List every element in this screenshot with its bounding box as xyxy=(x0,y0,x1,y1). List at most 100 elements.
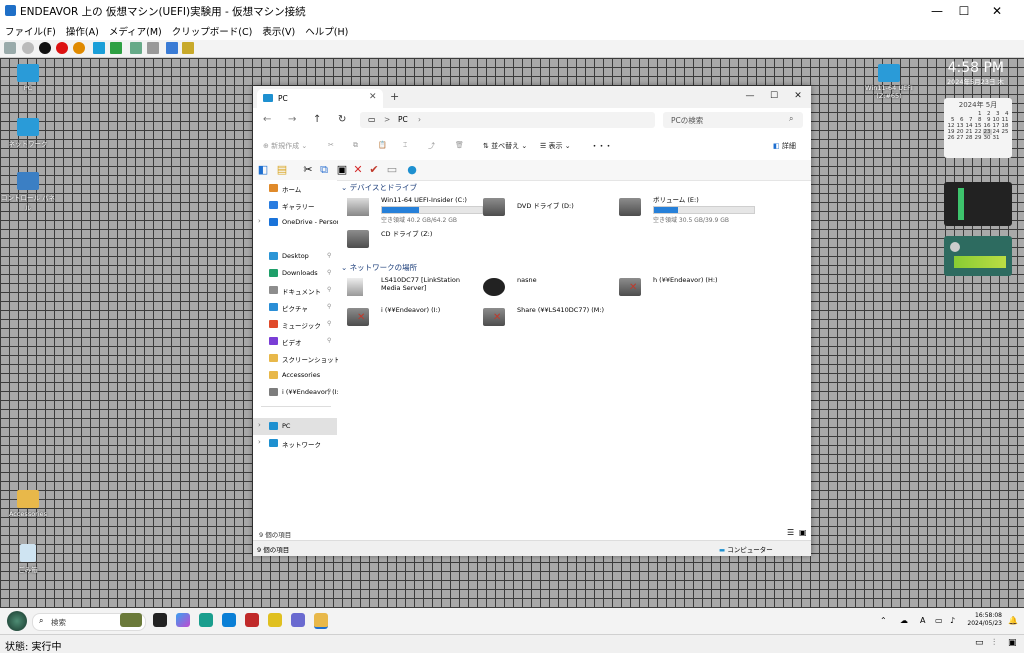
menu-file[interactable]: ファイル(F) xyxy=(0,24,61,38)
app-icon[interactable] xyxy=(291,613,305,627)
properties-icon[interactable]: ▤ xyxy=(275,163,289,177)
revert-icon[interactable] xyxy=(147,42,159,54)
forward-icon[interactable]: → xyxy=(288,114,296,125)
network-item[interactable]: ✕ h (¥¥Endeavor) (H:) xyxy=(619,274,749,304)
paint-icon[interactable] xyxy=(268,613,282,627)
nav-item[interactable]: i (¥¥Endeavor) (I:) ⚲ xyxy=(253,384,338,401)
pause-icon[interactable] xyxy=(93,42,105,54)
nav-item[interactable]: ギャラリー xyxy=(253,197,337,214)
paste-icon[interactable]: ▣ xyxy=(335,163,349,177)
nav-item[interactable]: Downloads ⚲ xyxy=(253,265,337,282)
close-button[interactable]: ✕ xyxy=(980,0,1014,22)
start-button[interactable] xyxy=(7,611,27,631)
pin-icon[interactable]: ⚲ xyxy=(327,320,331,327)
section-network[interactable]: ⌄ ネットワークの場所 xyxy=(341,262,417,273)
chevron-right-icon[interactable]: › xyxy=(258,438,261,446)
drive-item[interactable]: CD ドライブ (Z:) xyxy=(347,226,477,256)
tab-pc[interactable]: PC ✕ xyxy=(257,89,383,108)
edge-icon[interactable] xyxy=(199,613,213,627)
section-devices[interactable]: ⌄ デバイスとドライブ xyxy=(341,182,417,193)
rename-icon[interactable]: ⌶ xyxy=(403,141,407,150)
pin-icon[interactable]: ⚲ xyxy=(327,269,331,276)
app-icon[interactable] xyxy=(245,613,259,627)
rename-icon[interactable]: ▭ xyxy=(385,163,399,177)
chevron-right-icon[interactable]: › xyxy=(258,421,261,429)
desktop-icon-pc[interactable]: PC xyxy=(0,64,56,92)
copy-icon[interactable]: ⧉ xyxy=(317,163,331,177)
checkpoint-icon[interactable] xyxy=(130,42,142,54)
nav-item[interactable]: ミュージック ⚲ xyxy=(253,316,337,333)
share-icon[interactable]: ⤴ xyxy=(428,141,435,151)
address-bar[interactable]: ▭ > PC › xyxy=(360,112,655,128)
chevron-right-icon[interactable]: › xyxy=(258,217,261,225)
turn-off-icon[interactable] xyxy=(39,42,51,54)
enhanced-session-icon[interactable] xyxy=(166,42,178,54)
onedrive-tray-icon[interactable]: ☁ xyxy=(900,616,908,625)
details-button[interactable]: ◧ 詳細 xyxy=(773,141,796,151)
store-icon[interactable] xyxy=(222,613,236,627)
refresh-icon[interactable]: ↻ xyxy=(338,114,346,125)
nav-item[interactable]: ピクチャ ⚲ xyxy=(253,299,337,316)
search-highlight-icon[interactable] xyxy=(120,613,142,627)
pane-toggle-icon[interactable]: ◧ xyxy=(256,163,270,177)
delete-icon[interactable]: ✕ xyxy=(351,163,365,177)
desktop-icon-network[interactable]: ネットワーク xyxy=(0,118,56,148)
pin-icon[interactable]: ⚲ xyxy=(327,303,331,310)
up-icon[interactable]: ↑ xyxy=(313,114,321,125)
back-icon[interactable]: ← xyxy=(263,114,271,125)
nav-item[interactable]: ドキュメント ⚲ xyxy=(253,282,337,299)
cut-icon[interactable]: ✂ xyxy=(328,141,334,149)
task-view-icon[interactable] xyxy=(153,613,167,627)
nav-item[interactable]: Desktop ⚲ xyxy=(253,248,337,265)
notification-icon[interactable]: 🔔 xyxy=(1008,616,1018,625)
network-tray-icon[interactable]: ▭ xyxy=(935,616,943,625)
paste-icon[interactable]: 📋 xyxy=(378,141,387,149)
shutdown-icon[interactable] xyxy=(56,42,68,54)
network-item[interactable]: nasne xyxy=(483,274,613,304)
maximize-button[interactable]: ☐ xyxy=(947,0,981,22)
sort-button[interactable]: ⇅ 並べ替え ⌄ xyxy=(483,141,527,151)
font-tray-icon[interactable]: A xyxy=(920,616,925,625)
explorer-minimize-button[interactable]: — xyxy=(740,88,760,104)
menu-clipboard[interactable]: クリップボード(C) xyxy=(167,24,258,38)
explorer-maximize-button[interactable]: ☐ xyxy=(764,88,784,104)
copy-icon[interactable]: ⧉ xyxy=(353,141,358,150)
check-icon[interactable]: ✔ xyxy=(367,163,381,177)
breadcrumb-pc[interactable]: PC xyxy=(398,115,408,124)
menu-media[interactable]: メディア(M) xyxy=(104,24,167,38)
tray-chevron-icon[interactable]: ⌃ xyxy=(880,616,887,625)
details-view-icon[interactable]: ☰ xyxy=(787,528,794,537)
close-tab-icon[interactable]: ✕ xyxy=(369,92,377,102)
explorer-close-button[interactable]: ✕ xyxy=(788,88,808,104)
network-item[interactable]: ✕ Share (¥¥LS410DC77) (M:) xyxy=(483,304,613,334)
drive-item[interactable]: Win11-64 UEFI-Insider (C:) 空き領域 40.2 GB/… xyxy=(347,194,483,224)
nav-item[interactable]: › ネットワーク xyxy=(253,435,337,452)
resume-icon[interactable] xyxy=(110,42,122,54)
drive-item[interactable]: ボリューム (E:) 空き領域 30.5 GB/39.9 GB xyxy=(619,194,755,224)
nav-item[interactable]: › OneDrive - Persona xyxy=(253,214,338,231)
desktop-icon-win11[interactable]: Win11-64 UEFI (Z:#65) xyxy=(861,64,917,100)
save-state-icon[interactable] xyxy=(73,42,85,54)
desktop-icon-recycle-bin[interactable]: ごみ箱 xyxy=(0,544,56,574)
menu-help[interactable]: ヘルプ(H) xyxy=(300,24,353,38)
copilot-icon[interactable] xyxy=(176,613,190,627)
new-tab-icon[interactable]: + xyxy=(390,90,399,103)
share-icon[interactable] xyxy=(182,42,194,54)
network-icon[interactable]: ● xyxy=(405,163,419,177)
pin-icon[interactable]: ⚲ xyxy=(327,286,331,293)
pin-icon[interactable]: ⚲ xyxy=(327,388,331,395)
network-item[interactable]: ✕ i (¥¥Endeavor) (I:) xyxy=(347,304,477,334)
pin-icon[interactable]: ⚲ xyxy=(327,252,331,259)
cut-icon[interactable]: ✂ xyxy=(301,163,315,177)
nav-item[interactable]: ホーム xyxy=(253,180,337,197)
view-button[interactable]: ☰ 表示 ⌄ xyxy=(540,141,571,151)
search-input[interactable]: PCの検索 ⌕ xyxy=(663,112,803,128)
drive-item[interactable]: DVD ドライブ (D:) xyxy=(483,194,613,224)
nav-item[interactable]: スクリーンショット xyxy=(253,350,338,367)
delete-icon[interactable]: 🗑 xyxy=(455,141,464,149)
tiles-view-icon[interactable]: ▣ xyxy=(799,528,807,537)
volume-tray-icon[interactable]: ♪ xyxy=(950,616,955,625)
desktop-icon-control-panel[interactable]: コントロール パネル xyxy=(0,172,56,212)
nav-item[interactable]: ビデオ ⚲ xyxy=(253,333,337,350)
menu-view[interactable]: 表示(V) xyxy=(257,24,300,38)
